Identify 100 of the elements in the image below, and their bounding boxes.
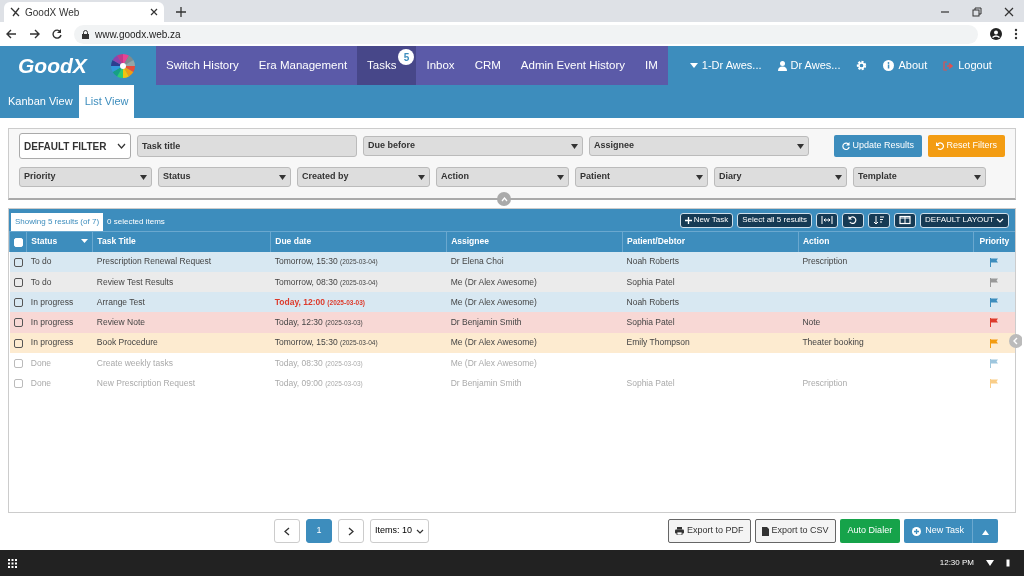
items-per-page-dropdown[interactable]: Items: 10 (370, 519, 429, 543)
previous-page-button[interactable] (274, 519, 300, 543)
new-task-button[interactable]: New Task (904, 519, 972, 543)
nav-tab[interactable]: Switch History (156, 46, 249, 85)
account-icon[interactable] (990, 28, 1002, 40)
nav-tab[interactable]: IM (635, 46, 668, 85)
table-cell: Arrange Test (92, 292, 271, 313)
toolbar-button[interactable] (894, 212, 917, 228)
filter-dropdown[interactable]: Due before (363, 136, 583, 156)
page-button[interactable]: 1 (306, 519, 332, 543)
nav-tab[interactable]: Admin Event History (510, 46, 635, 85)
column-header[interactable]: Action (798, 231, 974, 252)
filter-dropdown[interactable]: Patient (575, 167, 708, 187)
export-csv-button[interactable]: Export to CSV (754, 519, 836, 543)
nav-tab[interactable]: Inbox (416, 46, 465, 85)
undo-icon (936, 141, 944, 150)
menu-link[interactable]: 1-Dr Awes... (689, 57, 762, 74)
caret-icon (571, 143, 578, 149)
toolbar-button[interactable] (816, 212, 839, 228)
caret-icon (279, 174, 286, 180)
table-cell-text: Done (29, 377, 53, 391)
row-checkbox[interactable] (13, 277, 23, 287)
filter-dropdown[interactable]: Action (436, 167, 569, 187)
task-title-field[interactable]: Task title (137, 135, 357, 157)
select-all-checkbox[interactable] (14, 237, 23, 247)
lock-icon (82, 29, 89, 39)
new-task-button[interactable]: New Task (679, 212, 734, 228)
table-cell-text: Prescription (801, 377, 849, 391)
table-cell: Sophia Patel (622, 312, 799, 333)
column-header[interactable]: Priority (973, 231, 1015, 252)
table-cell: Dr Benjamin Smith (446, 312, 623, 333)
filter-dropdown[interactable]: Assignee (589, 136, 809, 156)
settings-icon[interactable] (856, 60, 868, 71)
table-cell: Create weekly tasks (92, 353, 271, 374)
columns-icon (899, 215, 912, 225)
url-text[interactable]: www.goodx.web.za (95, 26, 181, 42)
restore-icon[interactable] (972, 7, 982, 17)
caret-icon (418, 174, 425, 180)
menu-link[interactable]: Dr Awes... (777, 57, 841, 74)
app-logo-icon (10, 7, 20, 17)
clock-text: 12:30 PM (939, 557, 974, 569)
caret-icon (974, 174, 981, 180)
view-tab[interactable]: Kanban View (2, 85, 79, 118)
column-header[interactable]: Status (26, 231, 93, 252)
apps-icon[interactable] (8, 558, 17, 568)
table-cell: Prescription Renewal Request (92, 251, 271, 272)
table-cell-text: Sophia Patel (625, 377, 676, 391)
collapse-handle-icon[interactable] (1008, 332, 1022, 349)
table-cell: Noah Roberts (622, 251, 799, 272)
results-tab[interactable]: Showing 5 results (of 7) (11, 213, 104, 231)
filter-dropdown[interactable]: Template (853, 167, 986, 187)
export-pdf-button[interactable]: Export to PDF (668, 519, 751, 543)
caret-icon (696, 174, 703, 180)
view-tab[interactable]: List View (78, 85, 135, 118)
back-icon[interactable] (6, 29, 17, 39)
layout-dropdown[interactable]: DEFAULT LAYOUT (920, 212, 1009, 228)
row-checkbox[interactable] (13, 257, 23, 267)
nav-tab[interactable]: Era Management (248, 46, 358, 85)
chevron-icon (996, 217, 1004, 223)
reload-icon[interactable] (52, 29, 62, 39)
next-page-button[interactable] (338, 519, 364, 543)
chevron-right-icon (348, 526, 354, 536)
update-results-button[interactable]: Update Results (833, 135, 922, 157)
table-cell: Me (Dr Alex Awesome) (446, 271, 623, 293)
close-icon[interactable] (150, 8, 158, 16)
filter-dropdown[interactable]: Status (158, 167, 291, 187)
toolbar-button[interactable] (868, 212, 891, 228)
nav-tab[interactable]: CRM (464, 46, 511, 85)
new-tab-icon[interactable] (176, 7, 186, 17)
row-checkbox[interactable] (13, 359, 23, 368)
dropdown-toggle-button[interactable] (972, 519, 998, 543)
row-checkbox[interactable] (13, 338, 23, 348)
filter-preset-dropdown[interactable]: DEFAULT FILTER (19, 133, 131, 159)
nav-tab[interactable]: Tasks 5 (357, 46, 417, 85)
menu-link[interactable]: Logout (943, 57, 992, 74)
battery-icon (1006, 559, 1010, 567)
forward-icon[interactable] (29, 29, 40, 39)
column-header[interactable]: Assignee (446, 231, 623, 252)
row-checkbox[interactable] (13, 379, 23, 389)
table-cell: Prescription (798, 251, 974, 272)
auto-dialer-button[interactable]: Auto Dialer (839, 519, 901, 543)
sort-icon (873, 215, 886, 225)
user-icon (777, 60, 787, 71)
menu-link[interactable]: About (883, 57, 928, 74)
filter-dropdown[interactable]: Priority (19, 167, 152, 187)
printer-icon (675, 527, 685, 535)
filter-dropdown[interactable]: Diary (714, 167, 847, 187)
more-icon[interactable] (1014, 28, 1018, 40)
filter-dropdown[interactable]: Created by (297, 167, 430, 187)
column-header[interactable]: Task Title (92, 231, 271, 252)
select-all-button[interactable]: Select all 5 results (737, 212, 813, 228)
toolbar-button[interactable] (842, 212, 865, 228)
table-cell: Review Note (92, 312, 271, 333)
close-icon[interactable] (1004, 7, 1014, 17)
table-cell: Book Procedure (92, 332, 271, 353)
column-header[interactable]: Patient/Debtor (622, 231, 799, 252)
column-header[interactable]: Due date (270, 231, 447, 252)
info-icon (883, 60, 895, 71)
row-checkbox[interactable] (13, 298, 23, 308)
row-checkbox[interactable] (13, 318, 23, 328)
